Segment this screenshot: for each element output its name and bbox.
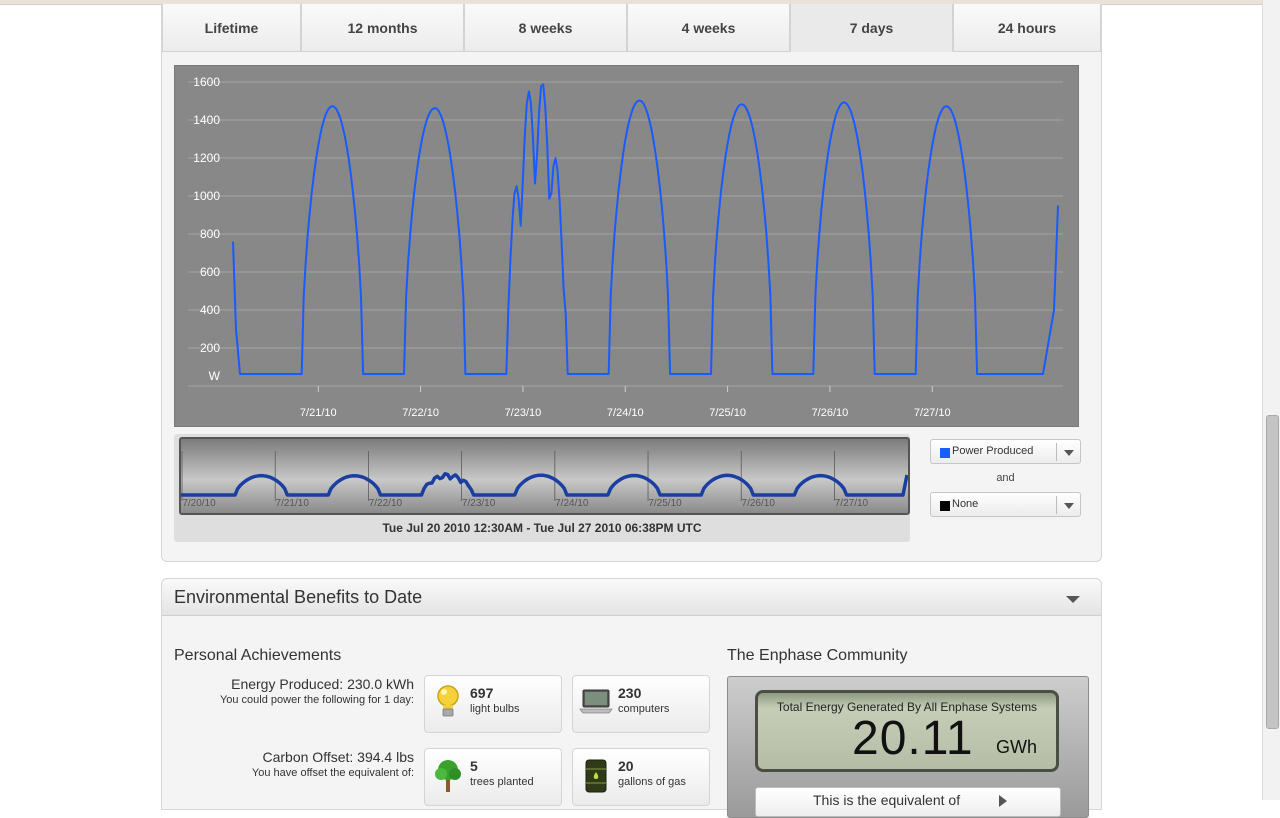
x-tick-label: 7/21/10 [300,407,337,419]
tab-4-weeks[interactable]: 4 weeks [627,4,790,52]
x-tick-label: 7/25/10 [709,407,746,419]
power-chart[interactable]: 1600 1400 1200 1000 800 600 400 200 W 7/21/10 7/22… [174,65,1079,427]
y-tick-label: 1600 [193,75,220,89]
energy-lcd-display: Total Energy Generated By All Enphase Sy… [755,690,1059,772]
navigator-tick-label: 7/20/10 [182,498,216,509]
environmental-benefits-header[interactable]: Environmental Benefits to Date [162,579,1101,616]
enphase-community-title: The Enphase Community [727,647,908,664]
light-bulbs-card: 697 light bulbs [424,675,562,733]
equivalent-label: This is the equivalent of [813,792,961,808]
select-divider [1056,443,1057,461]
navigator-tick-label: 7/27/10 [835,498,869,509]
energy-produced-subtext: You could power the following for 1 day: [219,694,414,706]
tab-8-weeks[interactable]: 8 weeks [464,4,627,52]
computers-value: 230 [618,685,642,701]
tab-7-days[interactable]: 7 days [790,4,953,52]
computers-unit: computers [618,703,670,715]
time-range-tabs: Lifetime 12 months 8 weeks 4 weeks 7 day… [162,4,1101,52]
light-bulb-icon [437,685,459,717]
trees-unit: trees planted [470,776,534,788]
computers-card: 230 computers [572,675,710,733]
navigator-tick-label: 7/22/10 [369,498,403,509]
power-produced-line [232,83,1059,375]
and-label: and [996,472,1015,484]
x-tick-label: 7/22/10 [402,407,439,419]
power-chart-svg: 1600 1400 1200 1000 800 600 400 200 W 7/21/10 7/22… [188,75,1063,419]
y-tick-label: 600 [200,265,220,279]
trees-card: 5 trees planted [424,748,562,806]
secondary-series-swatch [940,501,950,511]
environmental-benefits-panel: Environmental Benefits to Date Personal … [161,578,1102,818]
tab-12-months[interactable]: 12 months [301,4,464,52]
y-tick-label: 1200 [193,151,220,165]
collapse-caret-icon[interactable] [1066,596,1080,603]
tab-lifetime[interactable]: Lifetime [162,4,301,52]
light-bulbs-value: 697 [470,685,494,701]
y-tick-label: 1000 [193,189,220,203]
chevron-down-icon [1064,450,1074,456]
gas-barrel-icon [585,759,607,793]
primary-series-select[interactable]: Power Produced [930,439,1081,464]
scrollbar-thumb[interactable] [1266,415,1279,729]
navigator-tick-label: 7/21/10 [276,498,310,509]
laptop-icon [579,689,613,714]
personal-achievements-title: Personal Achievements [174,647,342,664]
x-tick-label: 7/24/10 [607,407,644,419]
x-tick-label: 7/27/10 [914,407,951,419]
community-counter: Total Energy Generated By All Enphase Sy… [727,676,1089,818]
y-tick-label: 200 [200,341,220,355]
gas-value: 20 [618,758,634,774]
select-divider [1056,496,1057,514]
chevron-down-icon [1064,503,1074,509]
navigator-series-line [181,472,909,497]
secondary-series-value: None [952,498,979,510]
y-tick-label: 400 [200,303,220,317]
total-energy-value: 20.11 [852,712,974,765]
total-energy-unit: GWh [996,737,1038,757]
tree-icon [435,760,461,792]
navigator-tick-label: 7/25/10 [648,498,682,509]
x-tick-label: 7/23/10 [505,407,542,419]
page-scrollbar[interactable] [1262,0,1280,800]
carbon-offset-label: Carbon Offset: 394.4 lbs [262,749,415,765]
navigator-tick-label: 7/23/10 [462,498,496,509]
panel-title: Environmental Benefits to Date [174,587,423,607]
navigator-window[interactable]: 7/20/10 7/21/10 7/22/10 7/23/10 7/24/10 7/25/… [179,437,910,515]
play-arrow-icon [999,795,1007,807]
navigator-svg: 7/20/10 7/21/10 7/22/10 7/23/10 7/24/10 7/25/… [181,451,909,509]
y-tick-label: 1400 [193,113,220,127]
date-range-label: Tue Jul 20 2010 12:30AM - Tue Jul 27 201… [382,521,702,535]
secondary-series-select[interactable]: None [930,492,1081,517]
chart-navigator: 7/20/10 7/21/10 7/22/10 7/23/10 7/24/10 7/25/… [174,434,910,542]
trees-value: 5 [470,758,478,774]
primary-series-swatch [940,448,950,458]
navigator-tick-label: 7/24/10 [555,498,589,509]
equivalent-button[interactable]: This is the equivalent of [755,787,1061,817]
y-tick-label: 800 [200,227,220,241]
light-bulbs-unit: light bulbs [470,703,520,715]
energy-produced-label: Energy Produced: 230.0 kWh [231,676,414,692]
y-unit-label: W [209,369,221,383]
navigator-tick-label: 7/26/10 [742,498,776,509]
x-tick-label: 7/26/10 [812,407,849,419]
gas-unit: gallons of gas [618,776,686,788]
carbon-offset-subtext: You have offset the equivalent of: [251,767,414,779]
gas-card: 20 gallons of gas [572,748,710,806]
tab-24-hours[interactable]: 24 hours [953,4,1101,52]
primary-series-value: Power Produced [952,445,1034,457]
